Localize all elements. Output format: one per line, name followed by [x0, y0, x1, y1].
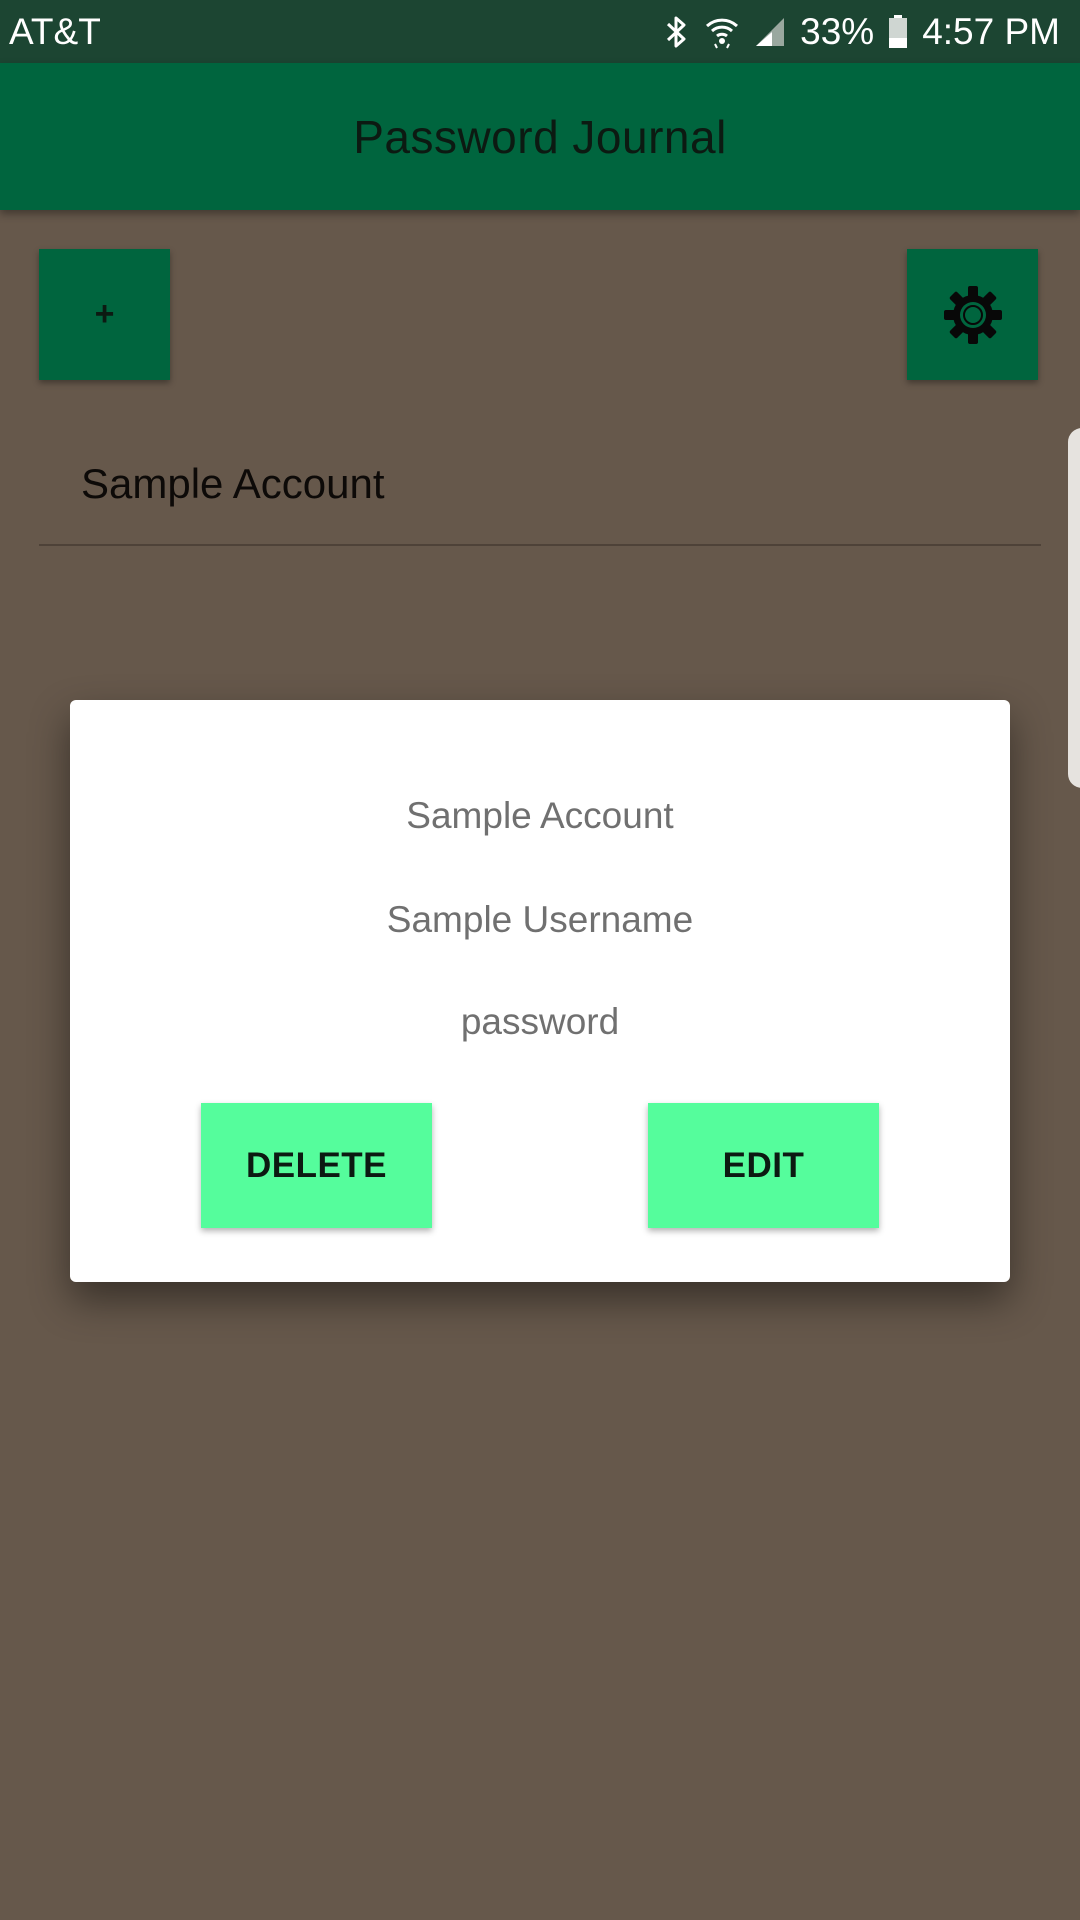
clock: 4:57 PM — [922, 10, 1060, 52]
add-account-button[interactable]: + — [39, 249, 170, 380]
dialog-password: password — [460, 1001, 620, 1042]
edge-panel-handle[interactable] — [1068, 428, 1080, 788]
battery-percent: 33% — [800, 10, 875, 52]
bluetooth-icon — [664, 14, 690, 50]
battery-icon — [888, 14, 908, 49]
app-title: Password Journal — [353, 110, 727, 163]
dialog-username: Sample Username — [386, 899, 694, 940]
settings-button[interactable] — [907, 249, 1038, 380]
carrier-label: AT&T — [9, 11, 101, 52]
edit-button[interactable]: EDIT — [648, 1103, 879, 1228]
delete-button[interactable]: DELETE — [201, 1103, 432, 1228]
status-icons: 33% 4:57 PM — [664, 0, 1060, 63]
account-list-item[interactable]: Sample Account — [39, 440, 1041, 546]
dialog-account-name: Sample Account — [406, 795, 674, 836]
signal-icon — [754, 16, 786, 48]
app-bar: Password Journal — [0, 63, 1080, 210]
plus-icon: + — [94, 295, 115, 333]
gear-icon — [942, 284, 1004, 346]
status-bar: AT&T 33% 4:57 PM — [0, 0, 1080, 63]
account-name: Sample Account — [81, 460, 385, 507]
wifi-icon — [704, 14, 740, 50]
